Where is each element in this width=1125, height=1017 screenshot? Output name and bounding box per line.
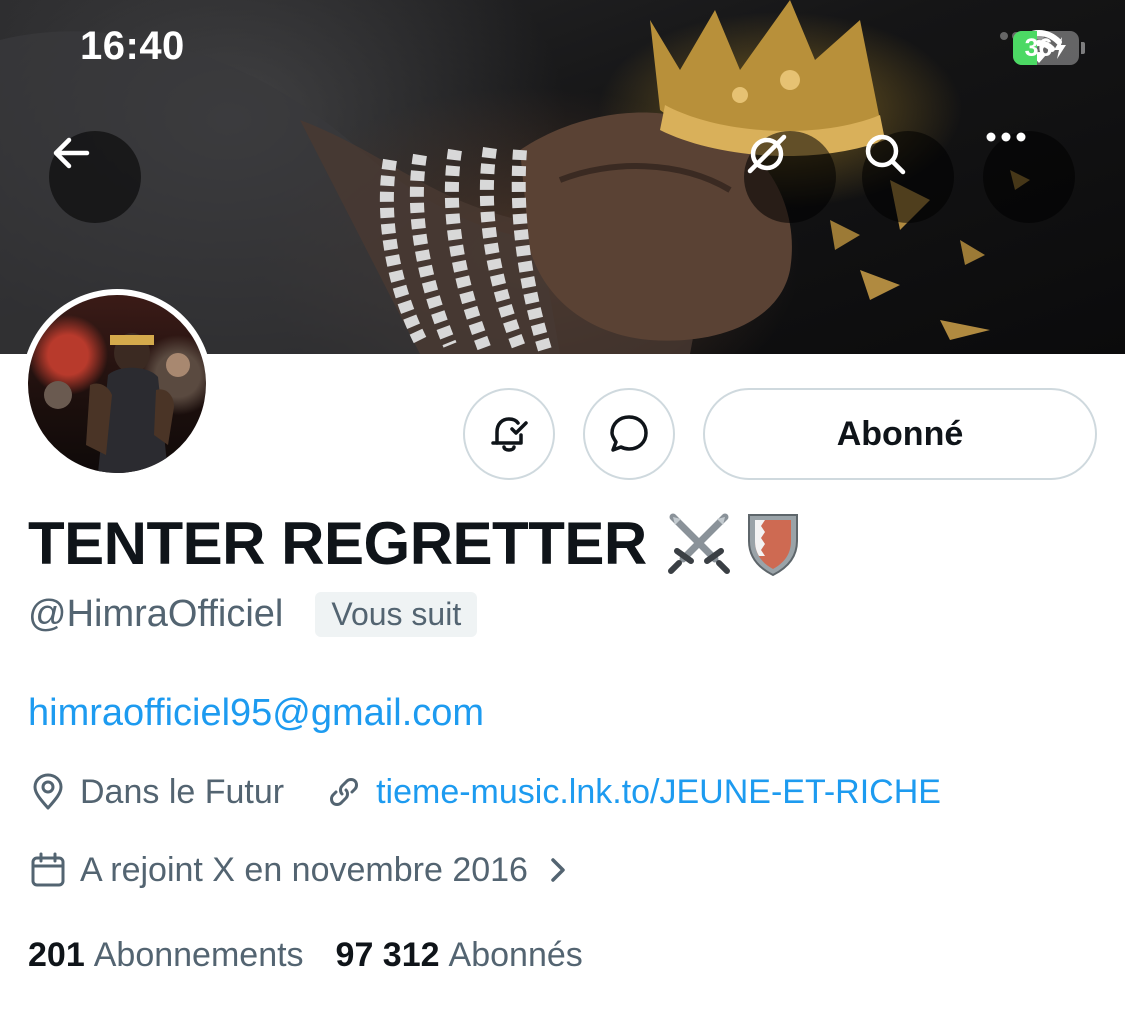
bahrain-shield-emoji (745, 509, 801, 577)
profile-banner[interactable]: 16:40 36 (0, 0, 1125, 354)
message-bubble-icon (610, 415, 648, 452)
username-handle: @HimraOfficiel (28, 593, 284, 635)
location-website-row: Dans le Futur tieme-music.lnk.to/JEUNE-E… (28, 772, 941, 812)
back-button[interactable] (49, 131, 141, 223)
following-count: 201 (28, 936, 85, 974)
joined-row[interactable]: A rejoint X en novembre 2016 (28, 850, 590, 890)
search-icon (865, 134, 906, 175)
avatar-photo-artwork (44, 333, 190, 473)
following-button[interactable]: Abonné (703, 388, 1097, 480)
display-name-text: TENTER REGRETTER (28, 509, 647, 577)
battery-cap (1081, 42, 1085, 54)
avatar[interactable] (22, 289, 212, 479)
bio-email-link[interactable]: himraofficiel95@gmail.com (28, 692, 484, 735)
followers-stat[interactable]: 97 312 Abonnés (336, 936, 583, 975)
following-stat[interactable]: 201 Abonnements (28, 936, 304, 975)
follows-you-badge: Vous suit (315, 592, 478, 637)
grok-button[interactable] (744, 131, 836, 223)
chevron-right-icon (538, 850, 578, 890)
search-button[interactable] (862, 131, 954, 223)
following-label: Abonnements (93, 936, 304, 974)
grok-icon (747, 134, 787, 174)
battery-level: 36 (1024, 33, 1053, 62)
more-horizontal-icon (986, 132, 1026, 142)
more-button[interactable] (983, 131, 1075, 223)
link-icon (324, 772, 364, 812)
arrow-left-icon (53, 137, 90, 169)
handle-row: @HimraOfficiel Vous suit (28, 592, 478, 637)
avatar-image (28, 295, 206, 473)
bell-check-icon (491, 417, 528, 452)
calendar-icon (28, 850, 68, 890)
crossed-swords-emoji (665, 509, 733, 577)
charging-bolt-icon (1054, 37, 1067, 59)
website-link[interactable]: tieme-music.lnk.to/JEUNE-ET-RICHE (376, 773, 941, 812)
profile-page: 16:40 36 Abonné TENTER REGRETTER @HimraO… (0, 0, 1125, 1017)
location-pin-icon (28, 772, 68, 812)
location-text: Dans le Futur (80, 772, 285, 811)
status-time: 16:40 (80, 24, 185, 68)
display-name: TENTER REGRETTER (28, 505, 801, 581)
follow-stats: 201 Abonnements 97 312 Abonnés (28, 936, 583, 975)
joined-date: A rejoint X en novembre 2016 (80, 850, 528, 889)
notifications-button[interactable] (463, 388, 555, 480)
status-indicators: 36 (999, 30, 1085, 66)
message-button[interactable] (583, 388, 675, 480)
battery-indicator: 36 (1013, 31, 1079, 65)
followers-count: 97 312 (335, 936, 440, 974)
followers-label: Abonnés (448, 936, 583, 974)
